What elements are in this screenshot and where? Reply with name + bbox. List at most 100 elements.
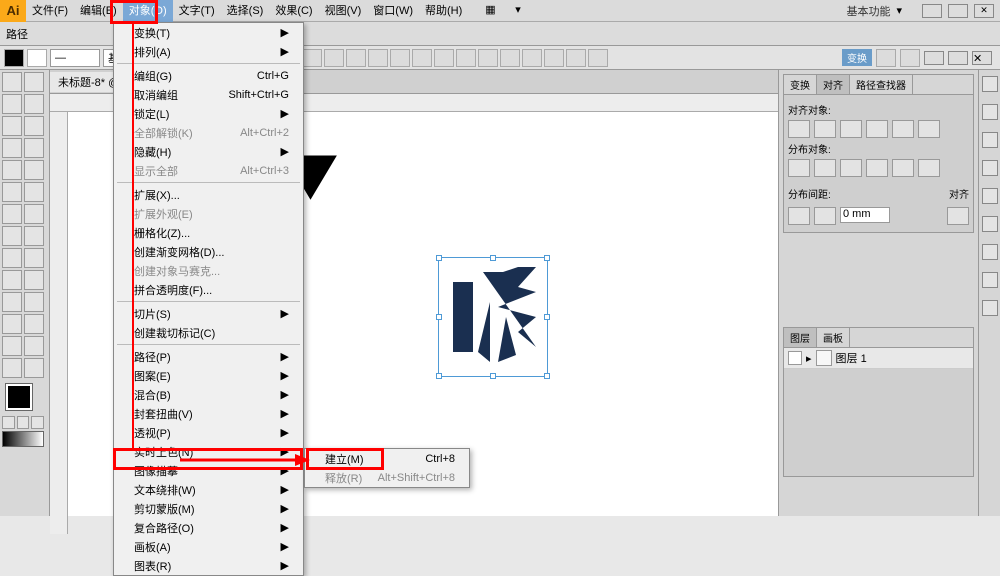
align-icon[interactable]: [302, 49, 322, 67]
submenu-item[interactable]: 释放(R)Alt+Shift+Ctrl+8: [305, 468, 469, 487]
free-transform-tool[interactable]: [24, 226, 44, 246]
hand-tool[interactable]: [2, 358, 22, 378]
menu-item[interactable]: 图表(R)▶: [114, 556, 303, 575]
brush-tool[interactable]: [2, 160, 22, 180]
submenu-item[interactable]: 建立(M)Ctrl+8: [305, 449, 469, 468]
graphic-styles-panel-icon[interactable]: [982, 300, 998, 316]
screen-mode[interactable]: [2, 431, 44, 447]
menu-item[interactable]: 隐藏(H)▶: [114, 142, 303, 161]
scale-tool[interactable]: [24, 204, 44, 224]
minimize-button[interactable]: [922, 4, 942, 18]
menu-item[interactable]: 取消编组Shift+Ctrl+G: [114, 85, 303, 104]
eye-icon[interactable]: [788, 351, 802, 365]
magic-wand-tool[interactable]: [2, 94, 22, 114]
menu-object[interactable]: 对象(O): [123, 0, 173, 22]
tab-layers[interactable]: 图层: [784, 328, 817, 347]
type-tool[interactable]: [24, 116, 44, 136]
menu-item[interactable]: 封套扭曲(V)▶: [114, 404, 303, 423]
dist-top[interactable]: [788, 159, 810, 177]
align-to-button[interactable]: [947, 207, 969, 225]
menu-item[interactable]: 剪切蒙版(M)▶: [114, 499, 303, 518]
doc-min-button[interactable]: [924, 51, 944, 65]
align-icon[interactable]: [368, 49, 388, 67]
blend-tool[interactable]: [24, 292, 44, 312]
menu-item[interactable]: 创建渐变网格(D)...: [114, 242, 303, 261]
brushes-panel-icon[interactable]: [982, 132, 998, 148]
zoom-tool[interactable]: [24, 358, 44, 378]
mesh-tool[interactable]: [2, 270, 22, 290]
fill-stroke-swatch[interactable]: [6, 384, 32, 410]
rectangle-tool[interactable]: [24, 138, 44, 158]
symbol-sprayer-tool[interactable]: [2, 314, 22, 334]
align-icon[interactable]: [324, 49, 344, 67]
dist-right[interactable]: [918, 159, 940, 177]
selection-tool[interactable]: [2, 72, 22, 92]
stroke-panel-icon[interactable]: [982, 188, 998, 204]
align-icon[interactable]: [390, 49, 410, 67]
dist-hcenter[interactable]: [892, 159, 914, 177]
align-hcenter[interactable]: [814, 120, 836, 138]
dist-vcenter[interactable]: [814, 159, 836, 177]
width-tool[interactable]: [2, 226, 22, 246]
tab-pathfinder[interactable]: 路径查找器: [850, 75, 913, 94]
layer-row[interactable]: ▸ 图层 1: [784, 348, 973, 369]
menu-item[interactable]: 实时上色(N)▶: [114, 442, 303, 461]
menu-item[interactable]: 切片(S)▶: [114, 304, 303, 323]
shape-builder-tool[interactable]: [2, 248, 22, 268]
line-tool[interactable]: [2, 138, 22, 158]
eraser-tool[interactable]: [24, 182, 44, 202]
menu-help[interactable]: 帮助(H): [419, 0, 468, 22]
menu-item[interactable]: 全部解锁(K)Alt+Ctrl+2: [114, 123, 303, 142]
menu-effect[interactable]: 效果(C): [269, 0, 318, 22]
align-left[interactable]: [788, 120, 810, 138]
blob-brush-tool[interactable]: [2, 182, 22, 202]
menu-select[interactable]: 选择(S): [221, 0, 270, 22]
align-bottom[interactable]: [918, 120, 940, 138]
menu-view[interactable]: 视图(V): [319, 0, 368, 22]
menu-item[interactable]: 扩展外观(E): [114, 204, 303, 223]
align-vcenter[interactable]: [892, 120, 914, 138]
dropdown-icon[interactable]: ▾: [514, 2, 532, 20]
dist-left[interactable]: [866, 159, 888, 177]
menu-file[interactable]: 文件(F): [26, 0, 74, 22]
xy-icon[interactable]: [876, 49, 896, 67]
perspective-grid-tool[interactable]: [24, 248, 44, 268]
align-icon[interactable]: [500, 49, 520, 67]
transform-button[interactable]: 变换: [842, 49, 872, 66]
menu-type[interactable]: 文字(T): [173, 0, 221, 22]
stroke-swatch[interactable]: [27, 49, 47, 67]
menu-item[interactable]: 创建裁切标记(C): [114, 323, 303, 342]
eyedropper-tool[interactable]: [2, 292, 22, 312]
menu-item[interactable]: 拼合透明度(F)...: [114, 280, 303, 299]
gradient-mode[interactable]: [17, 416, 30, 429]
align-icon[interactable]: [566, 49, 586, 67]
wh-icon[interactable]: [900, 49, 920, 67]
menu-item[interactable]: 图案(E)▶: [114, 366, 303, 385]
align-icon[interactable]: [478, 49, 498, 67]
menu-item[interactable]: 画板(A)▶: [114, 537, 303, 556]
align-icon[interactable]: [412, 49, 432, 67]
symbols-panel-icon[interactable]: [982, 160, 998, 176]
rotate-tool[interactable]: [2, 204, 22, 224]
align-icon[interactable]: [522, 49, 542, 67]
menu-item[interactable]: 文本绕排(W)▶: [114, 480, 303, 499]
menu-item[interactable]: 创建对象马赛克...: [114, 261, 303, 280]
lasso-tool[interactable]: [24, 94, 44, 114]
align-icon[interactable]: [346, 49, 366, 67]
align-right[interactable]: [840, 120, 862, 138]
tab-align[interactable]: 对齐: [817, 75, 850, 94]
menu-edit[interactable]: 编辑(E): [74, 0, 123, 22]
close-button[interactable]: ✕: [974, 4, 994, 18]
artboard-tool[interactable]: [2, 336, 22, 356]
dist-bottom[interactable]: [840, 159, 862, 177]
menu-item[interactable]: 变换(T)▶: [114, 23, 303, 42]
align-icon[interactable]: [544, 49, 564, 67]
stroke-weight[interactable]: —: [50, 49, 100, 67]
transparency-panel-icon[interactable]: [982, 244, 998, 260]
artwork-selected-char[interactable]: [448, 267, 538, 367]
pencil-tool[interactable]: [24, 160, 44, 180]
slice-tool[interactable]: [24, 336, 44, 356]
doc-close-button[interactable]: ✕: [972, 51, 992, 65]
gradient-tool[interactable]: [24, 270, 44, 290]
menu-item[interactable]: 路径(P)▶: [114, 347, 303, 366]
